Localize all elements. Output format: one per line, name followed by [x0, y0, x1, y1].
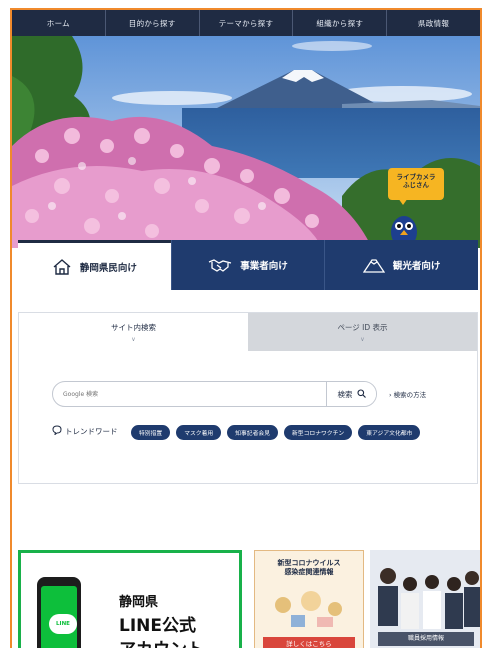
- trend-chip-list: 特別措置 マスク着用 知事記者会見 新型コロナワクチン 東アジア文化都市: [131, 425, 451, 440]
- house-icon: [52, 258, 72, 276]
- live-camera-bubble[interactable]: ライブカメラ ふじさん: [388, 168, 444, 200]
- nav-item-organization[interactable]: 組織から探す: [293, 10, 388, 36]
- trend-chip[interactable]: 知事記者会見: [227, 425, 278, 440]
- covid-details-button[interactable]: 詳しくはこちら: [263, 637, 355, 648]
- speech-bubble-icon: [52, 425, 62, 437]
- live-camera-mascot[interactable]: ライブカメラ ふじさん: [380, 168, 450, 248]
- trend-label: トレンドワード: [65, 426, 118, 436]
- covid-info-banner[interactable]: 新型コロナウイルス 感染症関連情報 詳しくはこちら: [254, 550, 364, 648]
- line-banner-title: 静岡県: [119, 595, 159, 610]
- line-banner-subtitle: LINE公式: [119, 616, 196, 636]
- nav-item-home[interactable]: ホーム: [12, 10, 106, 36]
- tab-site-search[interactable]: サイト内検索 ∨: [19, 313, 248, 351]
- tab-tourists[interactable]: 観光者向け: [324, 240, 479, 290]
- trend-chip[interactable]: 新型コロナワクチン: [284, 425, 353, 440]
- search-input[interactable]: [53, 382, 326, 406]
- trend-chip[interactable]: 東アジア文化都市: [358, 425, 421, 440]
- staff-banner-label: 職員採用情報: [378, 632, 474, 646]
- covid-title-line2: 感染症関連情報: [284, 568, 334, 577]
- nav-item-purpose[interactable]: 目的から探す: [106, 10, 200, 36]
- staff-recruitment-banner[interactable]: 職員採用情報: [370, 550, 480, 648]
- search-button-label: 検索: [337, 389, 353, 399]
- handshake-icon: [208, 257, 232, 273]
- tab-residents[interactable]: 静岡県民向け: [18, 240, 171, 290]
- trend-chip[interactable]: 特別措置: [131, 425, 171, 440]
- tab-tourists-label: 観光者向け: [392, 261, 441, 272]
- trend-chip[interactable]: マスク着用: [176, 425, 222, 440]
- page-frame: ホーム 目的から探す テーマから探す 組織から探す 県政情報 ライブカメラ ふじ…: [10, 8, 482, 648]
- tab-residents-label: 静岡県民向け: [79, 262, 137, 274]
- search-icon: [356, 388, 366, 400]
- line-account-banner[interactable]: LINE 静岡県 LINE公式 アカウント: [18, 550, 242, 648]
- tab-business-label: 事業者向け: [240, 261, 288, 272]
- search-row: 検索 › 検索の方法: [52, 381, 452, 407]
- nav-item-theme[interactable]: テーマから探す: [200, 10, 294, 36]
- search-box: 検索: [52, 381, 377, 407]
- tab-page-id[interactable]: ページ ID 表示 ∨: [248, 313, 477, 351]
- tab-business[interactable]: 事業者向け: [170, 240, 325, 290]
- covid-illustration: [275, 591, 342, 627]
- line-logo: LINE: [49, 614, 77, 634]
- chevron-down-icon: ∨: [360, 335, 365, 343]
- live-camera-label: ライブカメラ: [396, 173, 436, 181]
- search-button[interactable]: 検索: [326, 382, 376, 406]
- smartphone-icon: LINE: [37, 577, 81, 648]
- search-panel: サイト内検索 ∨ ページ ID 表示 ∨ 検索 › 検索の方法: [18, 312, 478, 484]
- tab-site-search-label: サイト内検索: [111, 322, 156, 332]
- bubble-tail: [398, 198, 408, 205]
- chevron-down-icon: ∨: [131, 335, 136, 343]
- live-camera-sublabel: ふじさん: [403, 181, 429, 190]
- nav-item-prefecture-info[interactable]: 県政情報: [387, 10, 480, 36]
- hero-image: ライブカメラ ふじさん: [12, 36, 480, 248]
- covid-banner-title: 新型コロナウイルス 感染症関連情報: [255, 559, 363, 578]
- mountain-icon: [362, 257, 385, 273]
- trend-label-wrap: トレンドワード: [52, 425, 118, 437]
- phone-screen: LINE: [41, 586, 77, 648]
- global-nav: ホーム 目的から探す テーマから探す 組織から探す 県政情報: [12, 10, 480, 36]
- search-howto-link[interactable]: › 検索の方法: [389, 389, 426, 399]
- search-mode-tabs: サイト内検索 ∨ ページ ID 表示 ∨: [19, 313, 477, 351]
- audience-tabs: 静岡県民向け 事業者向け 観光者向け: [18, 240, 479, 290]
- tab-page-id-label: ページ ID 表示: [337, 322, 388, 332]
